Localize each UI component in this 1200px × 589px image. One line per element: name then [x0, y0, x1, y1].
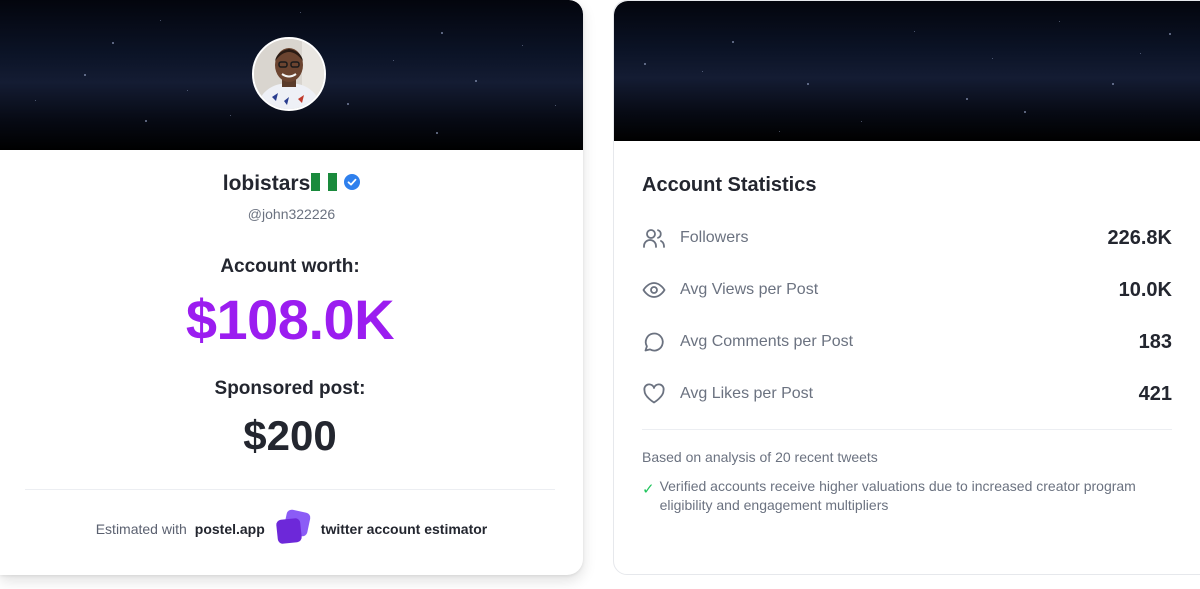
analysis-note: Based on analysis of 20 recent tweets [642, 449, 878, 465]
profile-handle: @john322226 [247, 206, 336, 222]
nigeria-flag-icon [311, 172, 338, 198]
stat-label: Avg Likes per Post [680, 385, 814, 402]
display-name: lobistars [222, 172, 311, 195]
users-icon [642, 226, 666, 250]
account-worth-label: Account worth: [220, 256, 360, 277]
stat-row-views: Avg Views per Post 10.0K [642, 275, 1172, 305]
avatar-photo [254, 39, 324, 109]
profile-name-row: lobistars [0, 172, 583, 198]
stat-label: Followers [680, 229, 749, 246]
statistics-banner [614, 1, 1200, 141]
account-statistics-card: Account Statistics Followers 226.8K Avg … [613, 0, 1200, 575]
stat-row-followers: Followers 226.8K [642, 223, 1172, 253]
stat-value: 226.8K [1107, 226, 1173, 249]
heart-icon [642, 382, 666, 406]
divider [25, 489, 555, 490]
stat-value: 10.0K [1118, 278, 1172, 301]
stat-row-likes: Avg Likes per Post 421 [642, 379, 1172, 409]
stat-label: Avg Views per Post [680, 281, 819, 298]
comment-icon [642, 330, 666, 354]
postel-app-link[interactable]: postel.app [195, 521, 265, 537]
sponsored-post-label: Sponsored post: [214, 378, 366, 399]
stat-value: 183 [1138, 330, 1172, 353]
eye-icon [642, 278, 666, 302]
verified-note: ✓ Verified accounts receive higher valua… [642, 477, 1162, 515]
verified-badge-icon [344, 172, 361, 196]
sponsored-post-value: $200 [243, 412, 337, 459]
stat-label: Avg Comments per Post [680, 333, 854, 350]
footer-prefix: Estimated with [95, 520, 187, 537]
estimator-footer: Estimated with postel.app twitter accoun… [0, 507, 583, 550]
stat-value: 421 [1138, 382, 1172, 405]
divider [642, 429, 1172, 430]
footer-suffix: twitter account estimator [320, 520, 488, 537]
verified-note-text: Verified accounts receive higher valuati… [659, 478, 1136, 513]
checkmark-icon: ✓ [642, 481, 655, 498]
statistics-title: Account Statistics [642, 174, 817, 196]
stat-row-comments: Avg Comments per Post 183 [642, 327, 1172, 357]
profile-card: lobistars @john322226 Account worth: $10… [0, 0, 583, 575]
account-worth-value: $108.0K [185, 288, 395, 351]
avatar[interactable] [252, 37, 326, 111]
postel-logo-icon[interactable] [273, 507, 313, 550]
